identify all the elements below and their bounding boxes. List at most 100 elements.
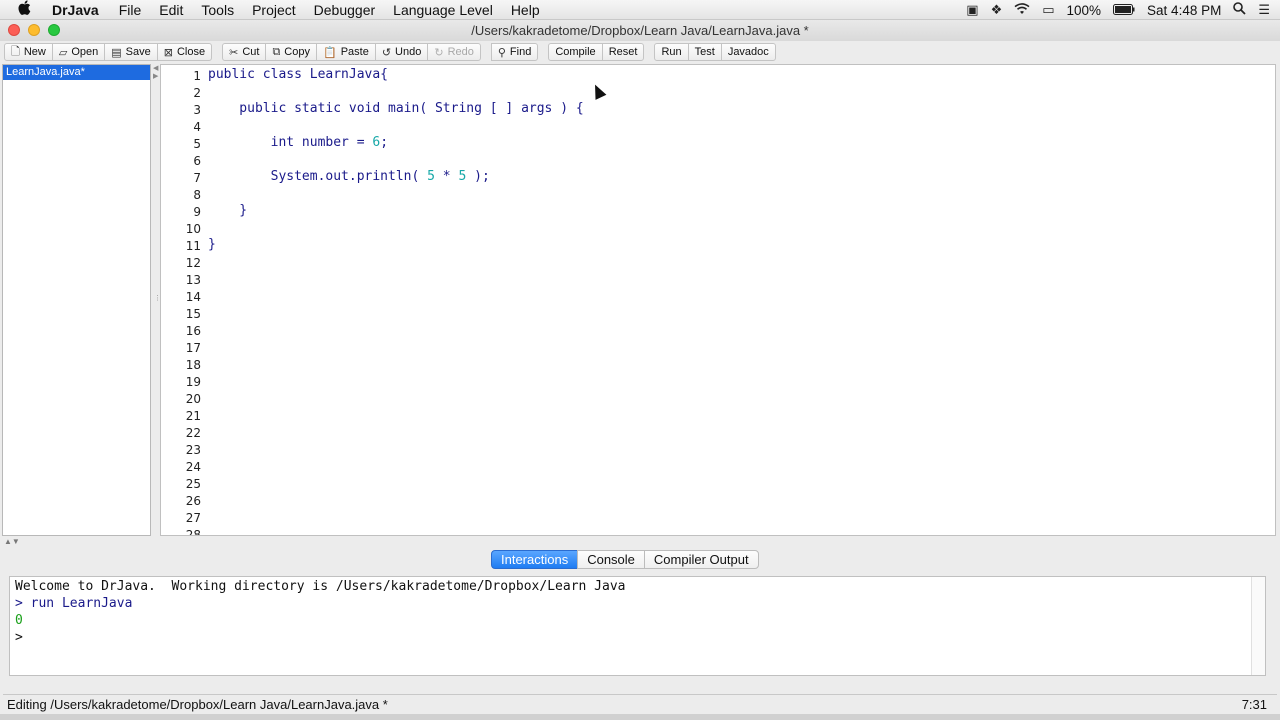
tab-console[interactable]: Console <box>577 550 645 569</box>
cursor-position: 7:31 <box>1241 697 1267 712</box>
line-number: 23 <box>185 443 201 457</box>
line-number: 24 <box>185 460 201 474</box>
cut-button[interactable]: ✂ Cut <box>222 43 267 61</box>
line-number: 7 <box>193 171 201 185</box>
new-button[interactable]: 🗋 New <box>4 43 53 61</box>
line-number: 18 <box>185 358 201 372</box>
interactions-pane[interactable]: Welcome to DrJava. Working directory is … <box>9 576 1266 676</box>
splitter-arrows-icon[interactable]: ▲▼ <box>4 537 20 546</box>
redo-icon: ↻ <box>434 46 444 59</box>
line-number: 21 <box>185 409 201 423</box>
menu-file[interactable]: File <box>119 2 142 18</box>
tab-interactions[interactable]: Interactions <box>491 550 579 569</box>
test-button[interactable]: Test <box>687 43 722 61</box>
line-number: 4 <box>193 120 201 134</box>
line-number: 1 <box>193 69 201 83</box>
run-button[interactable]: Run <box>654 43 689 61</box>
notification-center-icon[interactable]: ☰ <box>1258 2 1270 18</box>
input-prompt[interactable]: > <box>15 630 23 645</box>
code-line-7: System.out.println( 5 * 5 ); <box>208 169 490 184</box>
open-folder-icon: ▱ <box>58 46 68 59</box>
line-number: 20 <box>185 392 201 406</box>
undo-icon: ↺ <box>381 46 392 59</box>
menu-app-name[interactable]: DrJava <box>52 2 99 18</box>
menu-help[interactable]: Help <box>511 2 540 18</box>
reset-button[interactable]: Reset <box>601 43 645 61</box>
tab-compiler-output[interactable]: Compiler Output <box>643 550 759 569</box>
collapse-left-icon[interactable]: ◀ <box>153 64 158 72</box>
menu-debugger[interactable]: Debugger <box>314 2 376 18</box>
scissors-icon: ✂ <box>229 46 239 59</box>
clock[interactable]: Sat 4:48 PM <box>1147 3 1221 18</box>
code-line-3: public static void main( String [ ] args… <box>208 101 584 116</box>
find-button[interactable]: ⚲ Find <box>490 43 539 61</box>
code-line-5: int number = 6; <box>208 135 389 150</box>
screen-record-icon[interactable]: ▣ <box>966 2 978 18</box>
line-number: 8 <box>193 188 201 202</box>
window-bottom-edge <box>0 714 1280 720</box>
interactions-scrollbar[interactable] <box>1251 577 1265 675</box>
close-file-icon: ⊠ <box>163 46 173 59</box>
close-window-button[interactable] <box>8 24 20 36</box>
toolbar: 🗋 New ▱ Open ▤ Save ⊠ Close ✂ Cut ⧉ Copy 📋 Past… <box>0 41 1280 63</box>
airplay-icon[interactable]: ▭ <box>1042 2 1054 18</box>
apple-icon[interactable] <box>18 0 38 19</box>
compile-button[interactable]: Compile <box>548 43 603 61</box>
menu-edit[interactable]: Edit <box>159 2 183 18</box>
dropbox-icon[interactable]: ❖ <box>991 2 1003 18</box>
expand-right-icon[interactable]: ▶ <box>153 72 158 80</box>
line-number-gutter: 1 2 3 4 5 6 7 8 9 10 11 12 13 14 15 16 1… <box>161 65 201 535</box>
line-number: 9 <box>193 205 201 219</box>
code-line-11: } <box>208 237 216 252</box>
line-number: 13 <box>185 273 201 287</box>
binoculars-icon: ⚲ <box>497 46 506 59</box>
maximize-window-button[interactable] <box>48 24 60 36</box>
line-number: 14 <box>185 290 201 304</box>
line-number: 6 <box>193 154 201 168</box>
window-title-bar: /Users/kakradetome/Dropbox/Learn Java/Le… <box>0 20 1280 41</box>
save-icon: ▤ <box>111 46 122 59</box>
line-number: 25 <box>185 477 201 491</box>
run-command: > run LearnJava <box>15 596 133 611</box>
bottom-tabs: Interactions Console Compiler Output <box>491 550 759 569</box>
menu-tools[interactable]: Tools <box>201 2 234 18</box>
spotlight-search-icon[interactable] <box>1233 2 1246 18</box>
wifi-icon[interactable] <box>1014 2 1030 18</box>
document-list-item[interactable]: LearnJava.java* <box>3 65 150 80</box>
javadoc-button[interactable]: Javadoc <box>720 43 776 61</box>
undo-button[interactable]: ↺ Undo <box>374 43 429 61</box>
menu-project[interactable]: Project <box>252 2 296 18</box>
new-file-icon: 🗋 <box>11 45 20 58</box>
vertical-splitter[interactable]: ◀ ▶ ⋮ <box>152 64 161 536</box>
line-number: 27 <box>185 511 201 525</box>
status-bar: Editing /Users/kakradetome/Dropbox/Learn… <box>3 694 1277 714</box>
clipboard-icon: 📋 <box>322 46 337 59</box>
program-output: 0 <box>15 613 23 628</box>
line-number: 17 <box>185 341 201 355</box>
window-title: /Users/kakradetome/Dropbox/Learn Java/Le… <box>471 23 809 38</box>
line-number: 16 <box>185 324 201 338</box>
code-editor[interactable]: 1 2 3 4 5 6 7 8 9 10 11 12 13 14 15 16 1… <box>160 64 1276 536</box>
number-literal: 5 <box>427 169 435 184</box>
menu-language-level[interactable]: Language Level <box>393 2 493 18</box>
save-button[interactable]: ▤ Save <box>104 43 158 61</box>
battery-icon[interactable] <box>1113 3 1135 18</box>
copy-button[interactable]: ⧉ Copy <box>265 43 317 61</box>
line-number: 2 <box>193 86 201 100</box>
document-list: LearnJava.java* <box>2 64 151 536</box>
minimize-window-button[interactable] <box>28 24 40 36</box>
open-button[interactable]: ▱ Open <box>51 43 106 61</box>
line-number: 3 <box>193 103 201 117</box>
line-number: 5 <box>193 137 201 151</box>
line-number: 11 <box>185 239 201 253</box>
line-number: 15 <box>185 307 201 321</box>
close-button[interactable]: ⊠ Close <box>156 43 213 61</box>
battery-percent: 100% <box>1066 2 1102 18</box>
line-number: 19 <box>185 375 201 389</box>
status-text: Editing /Users/kakradetome/Dropbox/Learn… <box>7 697 388 712</box>
horizontal-splitter[interactable]: ▲▼ <box>0 536 1280 548</box>
redo-button[interactable]: ↻ Redo <box>427 43 481 61</box>
paste-button[interactable]: 📋 Paste <box>315 43 376 61</box>
code-line-9: } <box>208 203 248 218</box>
line-number: 22 <box>185 426 201 440</box>
